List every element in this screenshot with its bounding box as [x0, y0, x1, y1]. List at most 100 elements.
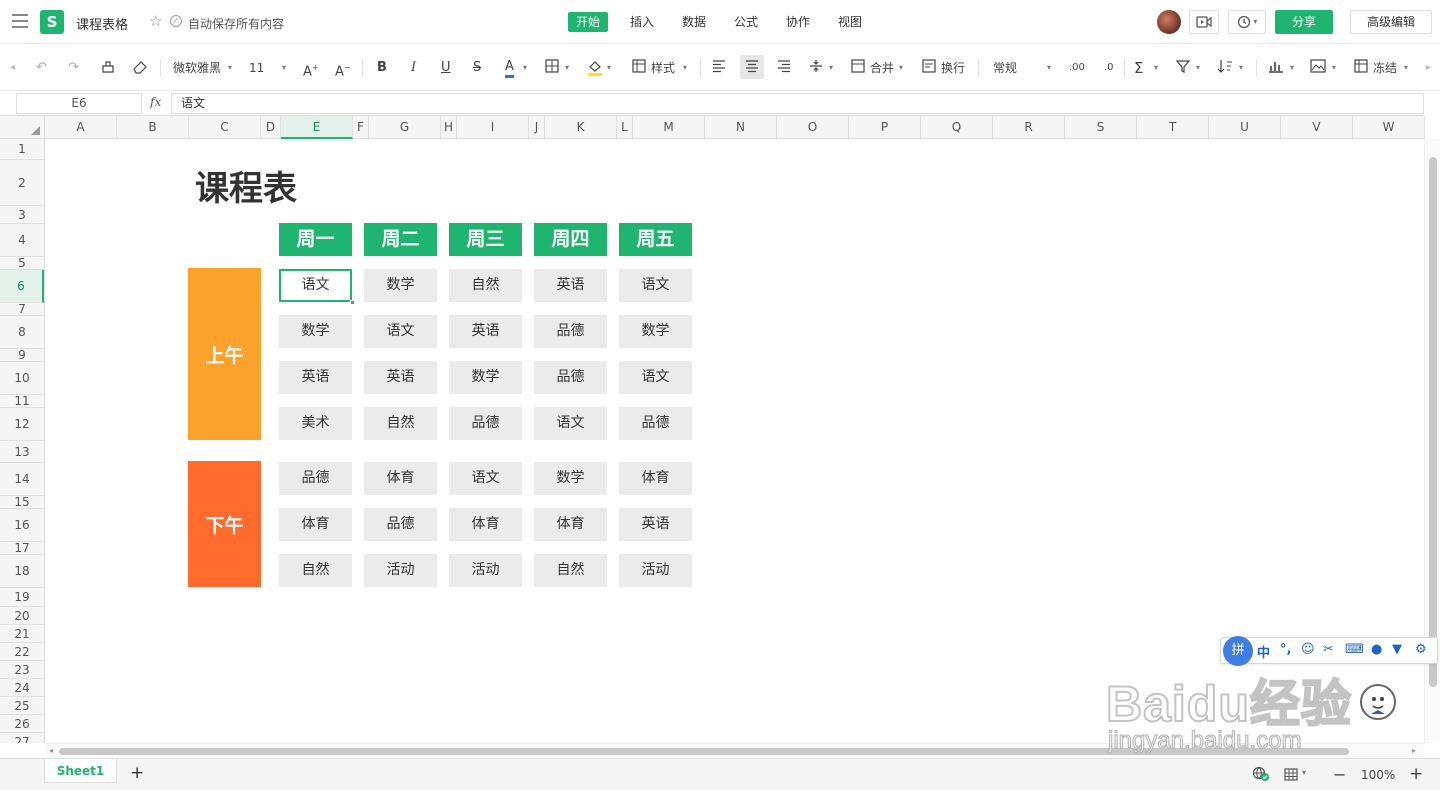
column-header-n[interactable]: N	[705, 116, 777, 139]
merge-icon[interactable]	[851, 59, 865, 77]
timetable-cell[interactable]: 活动	[619, 554, 692, 587]
name-box[interactable]: E6	[16, 93, 142, 114]
timetable-cell[interactable]: 品德	[619, 407, 692, 440]
column-header-o[interactable]: O	[777, 116, 849, 139]
row-header-25[interactable]: 25	[0, 697, 44, 715]
ime-settings-icon[interactable]: ⚙	[1415, 642, 1427, 657]
morning-label[interactable]: 上午	[188, 268, 261, 440]
freeze-icon[interactable]	[1354, 59, 1368, 77]
underline-icon[interactable]: U	[441, 59, 451, 77]
row-header-9[interactable]: 9	[0, 348, 44, 362]
row-header-18[interactable]: 18	[0, 555, 44, 588]
advanced-edit-button[interactable]: 高级编辑	[1350, 10, 1432, 34]
column-header-t[interactable]: T	[1137, 116, 1209, 139]
row-header-14[interactable]: 14	[0, 463, 44, 496]
undo-icon[interactable]: ↶	[36, 59, 47, 77]
timetable-cell[interactable]: 体育	[279, 508, 352, 541]
ime-logo-icon[interactable]: 拼	[1223, 636, 1253, 666]
row-header-3[interactable]: 3	[0, 206, 44, 224]
timetable-cell[interactable]: 体育	[364, 462, 437, 495]
style-icon[interactable]	[632, 59, 646, 77]
timetable-cell[interactable]: 体育	[534, 508, 607, 541]
row-header-24[interactable]: 24	[0, 679, 44, 697]
document-title[interactable]: 课程表格	[76, 14, 128, 33]
timetable-cell[interactable]: 自然	[364, 407, 437, 440]
chart-icon[interactable]	[1268, 59, 1284, 77]
timetable-cell[interactable]: 语文	[449, 462, 522, 495]
row-header-17[interactable]: 17	[0, 541, 44, 555]
column-header-h[interactable]: H	[441, 116, 457, 139]
timetable-cell[interactable]: 英语	[619, 508, 692, 541]
fill-color-icon[interactable]	[587, 59, 603, 77]
timetable-cell[interactable]: 品德	[279, 462, 352, 495]
timetable-cell[interactable]: 品德	[364, 508, 437, 541]
zoom-level[interactable]: 100%	[1361, 768, 1395, 782]
timetable-cell[interactable]: 美术	[279, 407, 352, 440]
ime-toolbar[interactable]: 拼 中 °, ☺ ✂ ⌨ ● ▼ ⚙	[1220, 636, 1438, 666]
sheet-canvas[interactable]: 课程表 上午 下午 周一 周二 周三 周四 周五 语文 数学 自然 英语 语文 数学 语文 英语 品德 数学…	[45, 139, 1424, 743]
share-button[interactable]: 分享	[1275, 10, 1333, 34]
zoom-in-icon[interactable]: +	[1409, 764, 1423, 784]
fill-handle[interactable]	[350, 300, 355, 305]
align-left-icon[interactable]	[712, 59, 726, 77]
row-header-10[interactable]: 10	[0, 362, 44, 395]
filter-icon[interactable]	[1175, 59, 1191, 77]
column-header-m[interactable]: M	[633, 116, 705, 139]
scroll-left-icon[interactable]: ◂	[10, 59, 15, 77]
tab-collaborate[interactable]: 协作	[778, 12, 818, 32]
day-header-2[interactable]: 周二	[364, 223, 437, 256]
column-header-j[interactable]: J	[529, 116, 545, 139]
row-header-26[interactable]: 26	[0, 715, 44, 733]
row-header-27[interactable]: 27	[0, 733, 44, 744]
timetable-cell[interactable]: 体育	[619, 462, 692, 495]
bold-icon[interactable]: B	[377, 59, 387, 77]
timetable-cell[interactable]: 自然	[279, 554, 352, 587]
column-header-w[interactable]: W	[1353, 116, 1425, 139]
timetable-cell[interactable]: 品德	[449, 407, 522, 440]
sync-status-icon[interactable]	[1252, 766, 1270, 785]
tab-data[interactable]: 数据	[674, 12, 714, 32]
day-header-5[interactable]: 周五	[619, 223, 692, 256]
number-format-select[interactable]: 常规	[993, 59, 1017, 77]
ime-emoji-icon[interactable]: ☺	[1301, 642, 1315, 657]
ime-punctuation-toggle[interactable]: °,	[1280, 642, 1291, 657]
view-mode-icon[interactable]	[1284, 768, 1298, 784]
app-logo-icon[interactable]: S	[40, 10, 64, 34]
timetable-cell[interactable]: 品德	[534, 315, 607, 348]
column-header-f[interactable]: F	[353, 116, 369, 139]
font-size-select[interactable]: 11	[249, 59, 264, 77]
sum-icon[interactable]: Σ	[1134, 59, 1143, 77]
tab-formula[interactable]: 公式	[726, 12, 766, 32]
row-header-19[interactable]: 19	[0, 588, 44, 607]
add-sheet-button[interactable]: +	[130, 763, 144, 783]
formula-input[interactable]: 语文	[171, 93, 1424, 114]
timetable-cell[interactable]: 自然	[449, 269, 522, 302]
decrease-font-icon[interactable]: A−	[335, 59, 351, 79]
ime-keyboard-icon[interactable]: ⌨	[1345, 642, 1364, 657]
italic-icon[interactable]: I	[411, 59, 416, 77]
column-header-d[interactable]: D	[261, 116, 281, 139]
border-icon[interactable]	[545, 59, 559, 77]
timetable-cell[interactable]: 语文	[279, 269, 352, 302]
column-header-s[interactable]: S	[1065, 116, 1137, 139]
row-header-2[interactable]: 2	[0, 160, 44, 206]
tab-insert[interactable]: 插入	[622, 12, 662, 32]
timetable-cell[interactable]: 英语	[449, 315, 522, 348]
row-header-11[interactable]: 11	[0, 394, 44, 408]
row-header-15[interactable]: 15	[0, 495, 44, 509]
timetable-cell[interactable]: 数学	[619, 315, 692, 348]
timetable-cell[interactable]: 语文	[534, 407, 607, 440]
ime-scissors-icon[interactable]: ✂	[1323, 642, 1334, 657]
timetable-cell[interactable]: 活动	[449, 554, 522, 587]
timetable-cell[interactable]: 英语	[364, 361, 437, 394]
wrap-text-button[interactable]: 换行	[941, 59, 965, 77]
hamburger-menu-icon[interactable]	[12, 14, 28, 28]
row-header-6[interactable]: 6	[0, 270, 44, 303]
afternoon-label[interactable]: 下午	[188, 461, 261, 587]
tab-view[interactable]: 视图	[830, 12, 870, 32]
column-header-e[interactable]: E	[281, 116, 353, 139]
timetable-cell[interactable]: 语文	[364, 315, 437, 348]
merge-button[interactable]: 合并	[870, 59, 894, 77]
column-header-a[interactable]: A	[45, 116, 117, 139]
ime-user-icon[interactable]: ●	[1371, 642, 1382, 657]
